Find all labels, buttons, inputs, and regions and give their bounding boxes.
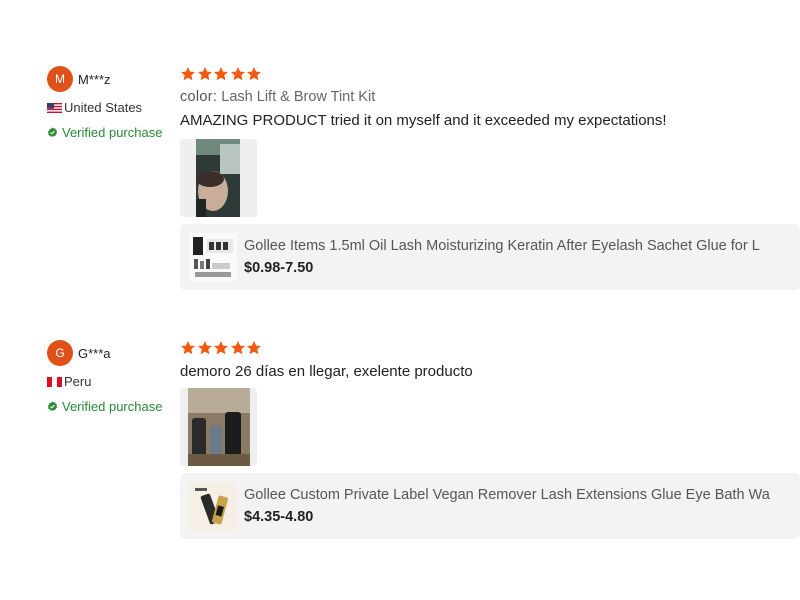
verified-check-icon <box>47 127 58 137</box>
reviewer-info: M M***z United States Verified purchase <box>47 66 177 140</box>
product-price: $0.98-7.50 <box>244 260 314 276</box>
review-photo-image <box>180 139 257 217</box>
product-price: $4.35-4.80 <box>244 509 314 525</box>
star-icon <box>214 341 228 355</box>
reviewer-name: M***z <box>78 71 111 87</box>
verified-label: Verified purchase <box>62 399 163 414</box>
star-icon <box>230 341 245 355</box>
product-card[interactable]: Gollee Custom Private Label Vegan Remove… <box>180 473 800 539</box>
product-thumbnail[interactable] <box>189 482 237 530</box>
review-photo-image <box>180 388 257 466</box>
star-icon <box>214 67 228 81</box>
us-flag-icon <box>47 102 62 113</box>
reviewer-info: G G***a Peru Verified purchase <box>47 340 177 414</box>
review-content: demoro 26 días en llegar, exelente produ… <box>180 340 800 539</box>
verified-badge: Verified purchase <box>47 125 177 140</box>
verified-badge: Verified purchase <box>47 399 177 414</box>
product-title[interactable]: Gollee Items 1.5ml Oil Lash Moisturizing… <box>244 238 760 254</box>
variant-label: color: <box>180 89 218 105</box>
country-name: United States <box>64 100 143 115</box>
review-text: demoro 26 días en llegar, exelente produ… <box>180 363 473 380</box>
product-card[interactable]: Gollee Items 1.5ml Oil Lash Moisturizing… <box>180 224 800 290</box>
verified-label: Verified purchase <box>62 125 163 140</box>
review-text: AMAZING PRODUCT tried it on myself and i… <box>180 112 667 129</box>
star-rating <box>180 340 800 356</box>
star-icon <box>197 67 212 81</box>
country-name: Peru <box>64 374 92 389</box>
reviewer-country: Peru <box>47 374 177 389</box>
product-info: Gollee Custom Private Label Vegan Remove… <box>244 487 770 525</box>
star-icon <box>181 341 195 355</box>
product-title[interactable]: Gollee Custom Private Label Vegan Remove… <box>244 487 770 503</box>
peru-flag-icon <box>47 376 62 387</box>
star-icon <box>247 341 261 355</box>
star-rating <box>180 66 800 82</box>
star-icon <box>181 67 195 81</box>
star-icon <box>230 67 245 81</box>
reviewer-name: G***a <box>78 345 111 361</box>
star-icon <box>197 341 212 355</box>
review-photo[interactable] <box>180 139 257 217</box>
verified-check-icon <box>47 401 58 411</box>
product-image <box>189 233 237 281</box>
product-thumbnail[interactable] <box>189 233 237 281</box>
avatar: M <box>47 66 73 92</box>
review-photo[interactable] <box>180 388 257 466</box>
variant-value: Lash Lift & Brow Tint Kit <box>221 89 376 105</box>
star-icon <box>247 67 261 81</box>
product-info: Gollee Items 1.5ml Oil Lash Moisturizing… <box>244 238 760 276</box>
review-content: color: Lash Lift & Brow Tint Kit AMAZING… <box>180 66 800 290</box>
variant-info: color: Lash Lift & Brow Tint Kit <box>180 89 800 105</box>
product-image <box>189 482 237 530</box>
reviewer-country: United States <box>47 100 177 115</box>
avatar: G <box>47 340 73 366</box>
